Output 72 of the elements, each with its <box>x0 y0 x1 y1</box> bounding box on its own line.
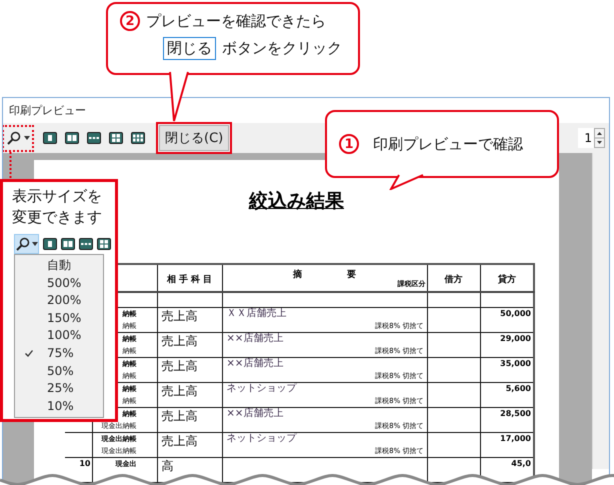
view-button[interactable] <box>79 238 93 250</box>
account-cell-text: 売上高 <box>160 333 198 346</box>
callout-text: 印刷プレビューで確認 <box>373 134 523 154</box>
two-page-icon <box>61 238 75 250</box>
menu-item[interactable]: 10% <box>47 398 74 413</box>
view-button[interactable] <box>43 132 57 144</box>
three-page-icon <box>79 238 93 250</box>
search-icon <box>16 237 30 251</box>
amount-cell-text: 29,000 <box>499 333 532 345</box>
menu-item[interactable]: 500% <box>47 276 82 290</box>
amount-cell-text: 17,000 <box>499 433 532 445</box>
view-button[interactable] <box>61 238 75 250</box>
callout-text: プレビューを確認できたら <box>146 12 326 30</box>
menu-item[interactable]: 自動 <box>47 258 71 272</box>
zoom-button[interactable] <box>3 124 34 152</box>
amount-cell-text: 5,600 <box>504 383 532 395</box>
two-page-icon <box>65 132 79 144</box>
description-cell-text: ××店舗売上 <box>226 333 284 345</box>
description-cell-text: ××店舗売上 <box>226 408 284 420</box>
callout-text: 表示サイズを変更できます <box>12 186 103 228</box>
amount-cell-text: 45,0 <box>510 458 532 470</box>
column-header: 貸方 <box>496 273 517 286</box>
page-spinner[interactable]: 1 <box>578 128 605 148</box>
single-page-icon <box>43 238 57 250</box>
view-button[interactable] <box>109 132 123 144</box>
spin-arrows-icon[interactable] <box>594 128 605 148</box>
account-cell-text: 高 <box>160 458 174 471</box>
menu-item[interactable]: 75% <box>47 346 74 360</box>
column-header: 相 手 科 目 <box>166 273 214 286</box>
single-page-icon <box>43 132 57 144</box>
four-page-icon <box>97 238 111 250</box>
view-button[interactable] <box>43 238 57 250</box>
menu-item[interactable]: 50% <box>47 364 74 378</box>
account-cell-text: 売上高 <box>160 308 198 321</box>
caret-icon <box>24 136 30 140</box>
six-page-icon <box>131 132 145 144</box>
three-page-icon <box>87 132 101 144</box>
account-cell-text: 売上高 <box>160 408 198 421</box>
view-button[interactable] <box>65 132 79 144</box>
callout-text: ボタンをクリック <box>222 39 342 58</box>
window-title: 印刷プレビュー <box>8 103 87 119</box>
step-number: 1 <box>339 134 359 154</box>
four-page-icon <box>109 132 123 144</box>
account-cell-text: 売上高 <box>160 433 198 446</box>
description-cell-text: ネットショップ <box>226 383 298 395</box>
button-label-highlight: 閉じる <box>163 37 216 60</box>
view-button[interactable] <box>97 238 111 250</box>
view-button[interactable] <box>87 132 101 144</box>
caret-icon <box>32 242 38 246</box>
menu-item[interactable]: 200% <box>47 293 82 308</box>
menu-item[interactable]: 150% <box>47 310 82 325</box>
date-cell-text: 10 <box>78 458 92 470</box>
view-button[interactable] <box>131 132 145 144</box>
check-icon <box>25 350 33 357</box>
menu-item[interactable]: 25% <box>47 381 74 396</box>
search-icon <box>6 131 20 145</box>
description-cell-text: ネットショップ <box>226 433 298 445</box>
menu-item[interactable]: 100% <box>47 328 82 342</box>
close-button[interactable]: 閉じる(C) <box>159 125 230 151</box>
description-cell-text: ××店舗売上 <box>226 358 284 370</box>
amount-cell-text: 28,500 <box>499 408 532 420</box>
description-cell-text: ＸＸ店舗売上 <box>226 308 288 320</box>
column-header: 摘 要 <box>292 268 357 281</box>
amount-cell-text: 35,000 <box>499 358 532 370</box>
amount-cell-text: 50,000 <box>499 308 532 320</box>
account-cell-text: 売上高 <box>160 383 198 396</box>
account-cell-text: 売上高 <box>160 358 198 371</box>
scrollbar[interactable] <box>592 153 609 469</box>
column-header: 借方 <box>443 273 464 286</box>
zoom-button[interactable] <box>14 234 39 254</box>
step-number: 2 <box>120 11 140 31</box>
report-title: 絞込み結果 <box>249 190 344 212</box>
